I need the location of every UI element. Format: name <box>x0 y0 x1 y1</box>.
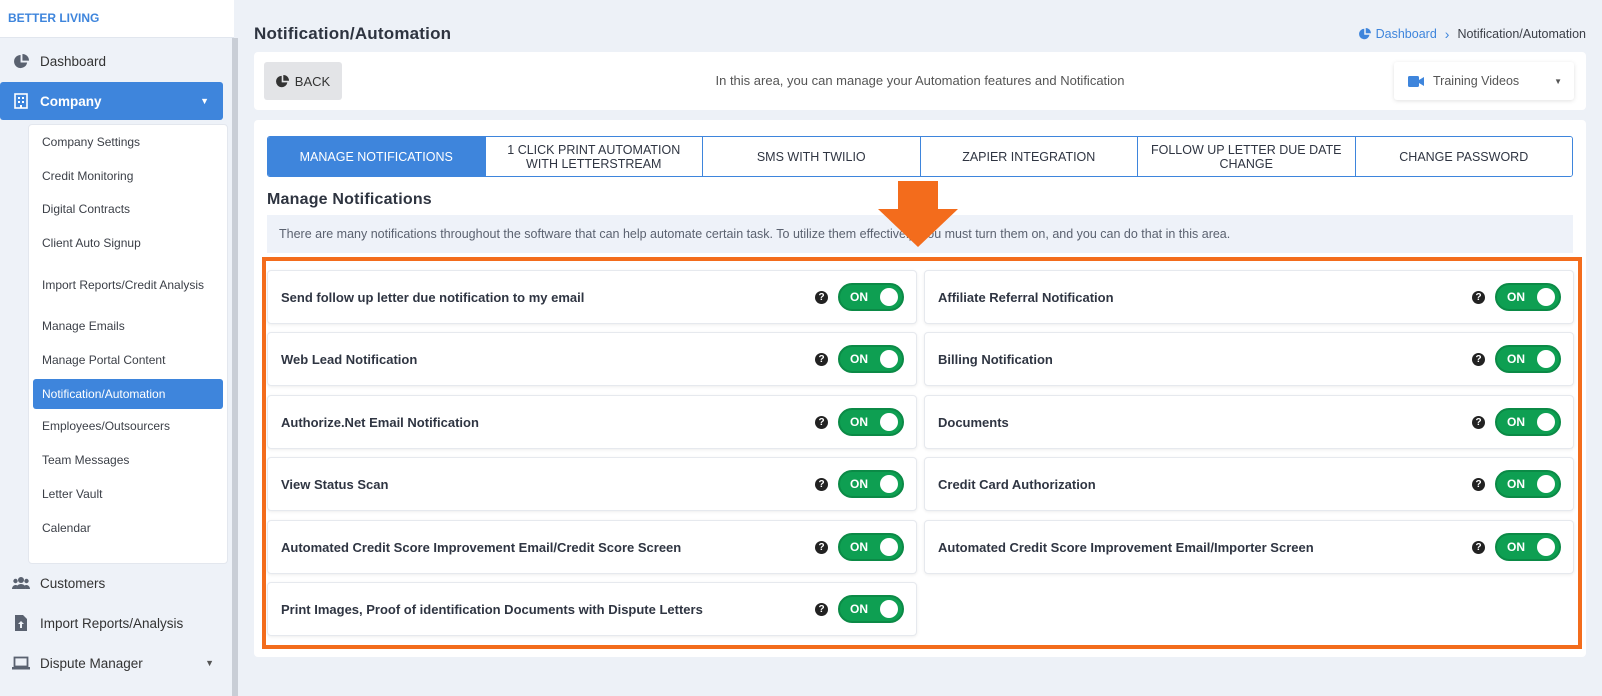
submenu-item[interactable]: Letter Vault <box>33 485 223 503</box>
pie-chart-icon <box>1358 28 1371 40</box>
submenu-item[interactable]: Manage Portal Content <box>33 351 223 369</box>
tab-sms-twilio[interactable]: SMS WITH TWILIO <box>703 137 921 176</box>
caret-down-icon: ▼ <box>205 658 214 668</box>
pie-chart-icon <box>12 52 30 70</box>
breadcrumb: Dashboard › Notification/Automation <box>1358 26 1586 42</box>
breadcrumb-link-label: Dashboard <box>1375 27 1437 41</box>
caret-down-icon: ▼ <box>1554 76 1562 86</box>
topbar-message: In this area, you can manage your Automa… <box>715 73 1125 88</box>
sidebar-item-label: Dashboard <box>40 53 107 69</box>
sidebar-item-dispute-manager[interactable]: Dispute Manager ▼ <box>0 644 228 682</box>
file-upload-icon <box>12 614 30 632</box>
page-title: Notification/Automation <box>254 24 452 43</box>
tab-bar: MANAGE NOTIFICATIONS 1 CLICK PRINT AUTOM… <box>267 136 1573 177</box>
company-submenu: Company Settings Credit Monitoring Digit… <box>28 124 228 564</box>
sidebar-item-customers[interactable]: Customers <box>0 564 228 602</box>
submenu-item[interactable]: Client Auto Signup <box>33 234 223 252</box>
submenu-item[interactable]: Import Reports/Credit Analysis <box>33 267 223 303</box>
tab-manage-notifications[interactable]: MANAGE NOTIFICATIONS <box>268 137 486 176</box>
sidebar-item-dashboard[interactable]: Dashboard <box>0 42 228 80</box>
tab-print-automation[interactable]: 1 CLICK PRINT AUTOMATION WITH LETTERSTRE… <box>485 137 703 176</box>
breadcrumb-dashboard-link[interactable]: Dashboard <box>1358 27 1437 41</box>
sidebar: BETTER LIVING Dashboard Company ▼ Compan… <box>0 0 234 696</box>
submenu-item[interactable]: Calendar <box>33 519 223 537</box>
sidebar-item-import-reports[interactable]: Import Reports/Analysis <box>0 604 228 642</box>
tab-follow-up-due-date[interactable]: FOLLOW UP LETTER DUE DATE CHANGE <box>1138 137 1356 176</box>
submenu-item[interactable]: Employees/Outsourcers <box>33 417 223 435</box>
sidebar-item-label: Company <box>40 93 102 109</box>
sidebar-scrollbar[interactable] <box>232 38 238 696</box>
submenu-item[interactable]: Credit Monitoring <box>33 167 223 185</box>
caret-down-icon: ▼ <box>200 96 209 106</box>
training-videos-label: Training Videos <box>1433 74 1520 88</box>
submenu-item[interactable]: Company Settings <box>33 133 223 151</box>
video-camera-icon <box>1408 75 1424 87</box>
brand-logo[interactable]: BETTER LIVING <box>0 0 234 38</box>
sidebar-item-label: Dispute Manager <box>40 655 143 671</box>
submenu-item[interactable]: Digital Contracts <box>33 200 223 218</box>
users-icon <box>12 574 30 592</box>
tab-change-password[interactable]: CHANGE PASSWORD <box>1355 137 1572 176</box>
breadcrumb-current: Notification/Automation <box>1457 27 1586 41</box>
submenu-item[interactable]: Manage Emails <box>33 317 223 335</box>
section-title: Manage Notifications <box>267 191 432 208</box>
down-arrow-icon <box>878 181 958 247</box>
chevron-right-icon: › <box>1444 26 1450 42</box>
highlight-box <box>262 257 1582 649</box>
top-bar: BACK In this area, you can manage your A… <box>254 52 1586 110</box>
training-videos-dropdown[interactable]: Training Videos ▼ <box>1394 62 1574 100</box>
submenu-item[interactable]: Team Messages <box>33 451 223 469</box>
building-icon <box>12 92 30 110</box>
laptop-icon <box>12 654 30 672</box>
tab-zapier[interactable]: ZAPIER INTEGRATION <box>920 137 1138 176</box>
sidebar-item-label: Import Reports/Analysis <box>40 615 184 631</box>
sidebar-item-company[interactable]: Company ▼ <box>0 82 223 120</box>
sidebar-item-label: Customers <box>40 575 106 591</box>
submenu-item-active[interactable]: Notification/Automation <box>33 379 223 409</box>
